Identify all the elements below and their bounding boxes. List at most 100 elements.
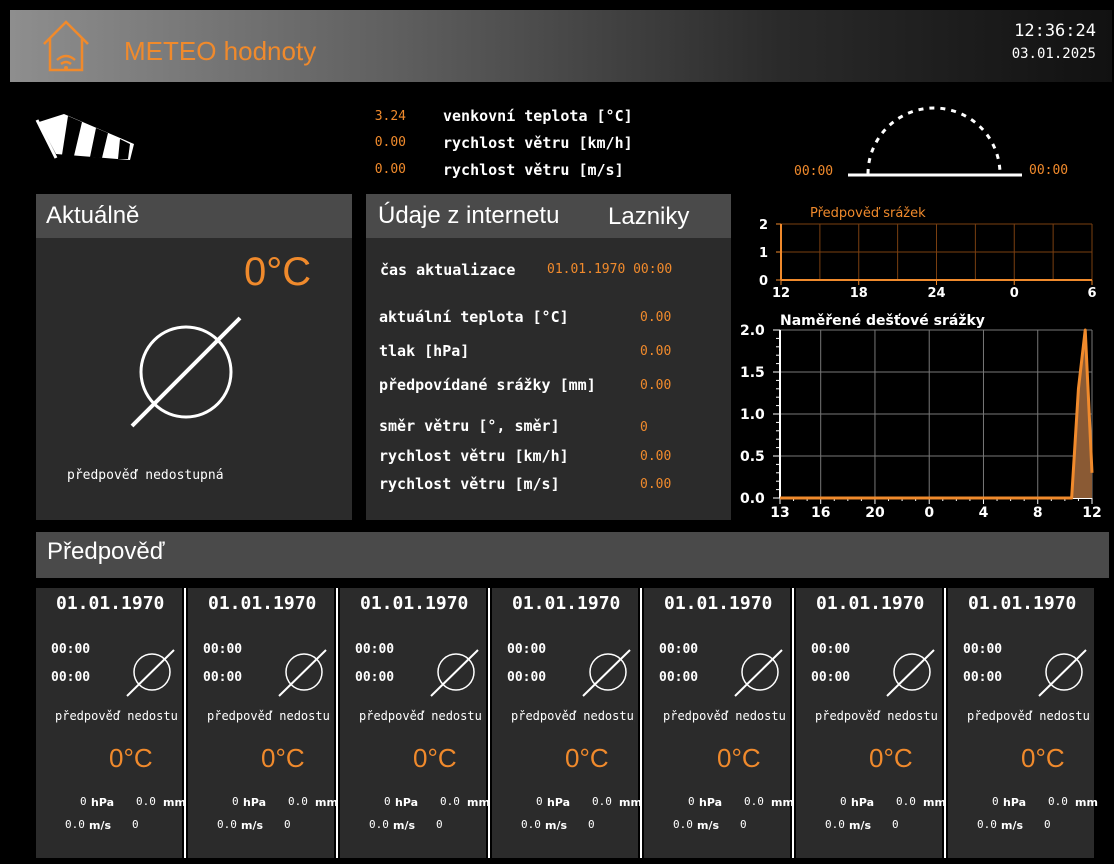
forecast-wind: 0.0 [977,818,997,831]
sunrise-time: 00:00 [794,164,834,179]
forecast-card: 01.01.1970 00:00 00:00 předpověď nedostu… [188,588,338,858]
forecast-wind: 0.0 [217,818,237,831]
forecast-desc: předpověď nedostupná [55,709,179,723]
forecast-time-2: 00:00 [203,670,243,685]
forecast-card: 01.01.1970 00:00 00:00 předpověď nedostu… [796,588,946,858]
sun-arc-icon [848,106,1022,177]
forecast-pressure: 0 [840,795,847,808]
forecast-time-2: 00:00 [963,670,1003,685]
header-bar: METEO hodnoty 12:36:24 03.01.2025 [10,10,1112,82]
internet-panel: Údaje z internetu Lazniky čas aktualizac… [366,194,731,520]
y-tick-label: 1.5 [740,365,765,381]
forecast-wind-dir: 0 [588,818,595,831]
pressure-value: 0.00 [640,344,672,359]
forecast-wind: 0.0 [673,818,693,831]
forecast-wind-dir: 0 [436,818,443,831]
forecast-temp: 0°C [869,743,913,773]
forecast-pressure: 0 [688,795,695,808]
x-tick-label: 0 [1010,286,1019,301]
forecast-temp: 0°C [717,743,761,773]
current-panel-header: Aktuálně [36,194,352,238]
forecast-wind-unit: m/s [1001,819,1024,832]
wind-ms-label: rychlost větru [m/s] [443,161,624,179]
forecast-precip: 0.0 [896,795,916,808]
forecast-time-2: 00:00 [811,670,851,685]
forecast-gap [36,578,1109,588]
forecast-wind: 0.0 [521,818,541,831]
current-temp: 0°C [244,250,312,294]
no-data-icon [734,649,783,697]
internet-temp-value: 0.00 [640,310,672,325]
forecast-wind-dir: 0 [892,818,899,831]
forecast-precip-unit: mm [467,796,490,809]
forecast-pressure-unit: hPa [1003,796,1027,809]
card-separator [336,588,338,858]
forecast-pressure-unit: hPa [395,796,419,809]
y-tick-label: 2 [759,218,768,233]
wind-kmh-label: rychlost větru [km/h] [443,134,633,152]
forecast-wind-dir: 0 [1044,818,1051,831]
forecast-pressure: 0 [536,795,543,808]
internet-wind-ms-label: rychlost větru [m/s] [379,475,560,493]
x-tick-label: 4 [979,505,989,521]
forecast-pressure-unit: hPa [243,796,267,809]
outdoor-temp-value: 3.24 [374,109,406,124]
forecast-wind-dir: 0 [132,818,139,831]
no-data-icon [430,649,479,697]
forecast-wind: 0.0 [65,818,85,831]
current-panel: Aktuálně 0°C předpověď nedostupná [36,194,352,520]
forecast-wind-dir: 0 [284,818,291,831]
clock: 12:36:24 [1014,21,1096,41]
forecast-time-1: 00:00 [355,642,395,657]
forecast-precip: 0.0 [592,795,612,808]
forecast-wind-unit: m/s [545,819,568,832]
x-tick-label: 13 [770,505,789,521]
home-wifi-icon [43,20,89,72]
no-data-icon [126,649,175,697]
internet-temp-label: aktuální teplota [°C] [379,308,569,326]
forecast-precip: 0.0 [440,795,460,808]
forecast-temp: 0°C [413,743,457,773]
forecast-time-1: 00:00 [203,642,243,657]
forecast-wind-unit: m/s [393,819,416,832]
forecast-desc: předpověď nedostupná [359,709,483,723]
forecast-panel-title: Předpověď [47,538,165,565]
location-name: Lazniky [608,203,690,230]
date: 03.01.2025 [1011,46,1096,62]
forecast-precip: 0.0 [136,795,156,808]
chart-title: Předpověď srážek [810,206,926,221]
sunset-time: 00:00 [1029,163,1069,178]
update-time-value: 01.01.1970 00:00 [547,262,673,277]
forecast-precip-unit: mm [771,796,794,809]
x-tick-label: 0 [924,505,934,521]
forecast-pressure-unit: hPa [851,796,875,809]
forecast-pressure: 0 [992,795,999,808]
update-time-label: čas aktualizace [380,261,516,279]
measured-rain-chart: 0.0 0.5 1.0 1.5 2.0 13 16 20 0 4 8 12 Naměřené dešťo… [740,313,1102,521]
forecast-time-2: 00:00 [659,670,699,685]
forecast-wind-unit: m/s [241,819,264,832]
forecast-pressure: 0 [232,795,239,808]
pressure-label: tlak [hPa] [379,342,470,360]
forecast-wind-unit: m/s [89,819,112,832]
windsock-icon [35,114,134,160]
forecast-desc: předpověď nedostupná [207,709,331,723]
app-title: METEO hodnoty [124,36,317,66]
no-data-icon [278,649,327,697]
forecast-date: 01.01.1970 [512,593,621,614]
card-separator [944,588,946,858]
forecast-wind: 0.0 [825,818,845,831]
forecast-precip: 0.0 [288,795,308,808]
forecast-pressure: 0 [384,795,391,808]
forecast-wind-unit: m/s [697,819,720,832]
forecast-date: 01.01.1970 [208,593,317,614]
x-tick-label: 6 [1087,286,1096,301]
forecast-pressure: 0 [80,795,87,808]
forecast-temp: 0°C [565,743,609,773]
no-data-icon [886,649,935,697]
forecast-precip-unit: mm [163,796,186,809]
current-panel-title: Aktuálně [46,202,140,229]
forecast-date: 01.01.1970 [664,593,773,614]
forecast-precip-unit: mm [619,796,642,809]
forecast-wind-dir: 0 [740,818,747,831]
